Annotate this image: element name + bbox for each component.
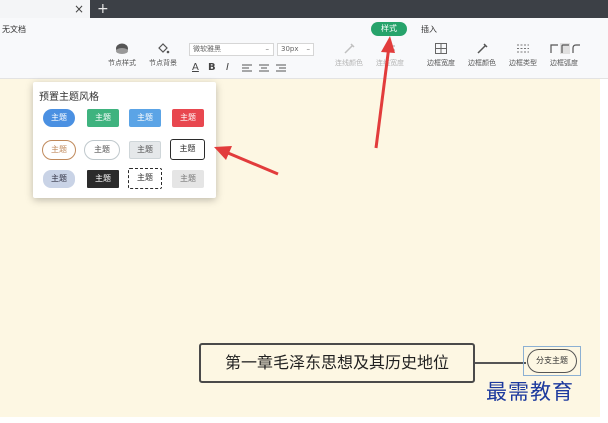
annotation-arrows [214, 36, 395, 176]
red-arrow-icon [374, 36, 395, 149]
red-arrow-icon [214, 146, 279, 176]
